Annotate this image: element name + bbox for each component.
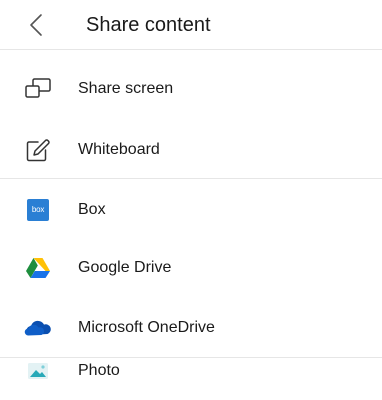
page-title: Share content <box>86 14 211 36</box>
google-drive-icon <box>24 255 52 281</box>
google-drive-item[interactable]: Google Drive <box>0 239 382 297</box>
photo-icon <box>24 358 52 384</box>
google-drive-label: Google Drive <box>78 259 172 276</box>
photo-label: Photo <box>78 362 120 379</box>
back-button[interactable] <box>24 10 48 40</box>
section-divider <box>0 178 382 179</box>
whiteboard-item[interactable]: Whiteboard <box>0 121 382 179</box>
box-logo: box <box>27 199 49 221</box>
whiteboard-icon <box>24 137 52 163</box>
onedrive-icon <box>24 315 52 341</box>
header: Share content <box>0 0 382 50</box>
share-screen-label: Share screen <box>78 80 174 97</box>
share-content-screen: Share content Share screen Whiteboard bo… <box>0 0 382 400</box>
photo-item[interactable]: Photo <box>0 342 382 400</box>
box-label: Box <box>78 201 106 218</box>
share-screen-icon <box>24 76 52 102</box>
onedrive-label: Microsoft OneDrive <box>78 319 215 336</box>
chevron-left-icon <box>30 14 42 36</box>
share-screen-item[interactable]: Share screen <box>0 60 382 118</box>
box-item[interactable]: box Box <box>0 181 382 239</box>
whiteboard-label: Whiteboard <box>78 141 160 158</box>
box-icon: box <box>24 197 52 223</box>
